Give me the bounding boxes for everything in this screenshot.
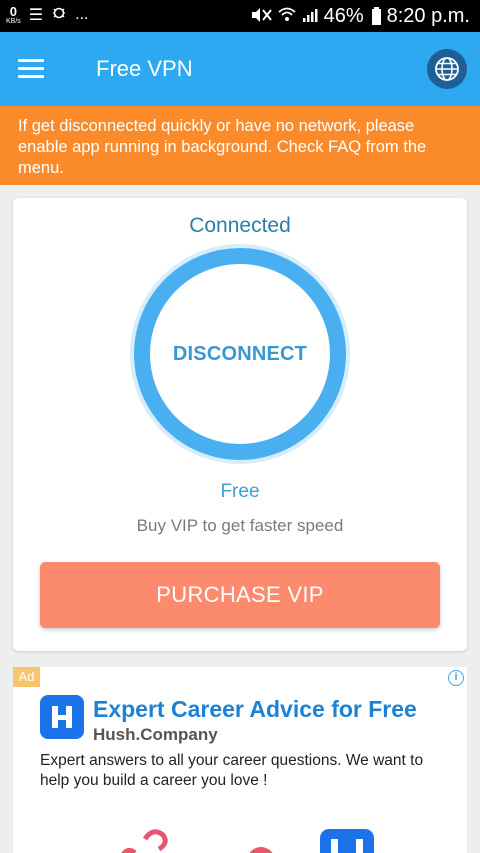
network-speed-unit: KB/s [6, 17, 21, 25]
ad-illustration [13, 817, 467, 853]
signal-icon [302, 7, 318, 27]
ad-body: Expert answers to all your career questi… [40, 752, 424, 789]
battery-icon [371, 6, 381, 25]
bug-icon [51, 4, 67, 25]
menu-icon[interactable] [18, 59, 44, 79]
status-bar-left: 0 KB/s ☰ ... [6, 4, 88, 25]
battery-percent: 46% [323, 5, 364, 27]
clock: 8:20 p.m. [386, 5, 470, 27]
network-speed-value: 0 [9, 3, 18, 19]
mute-icon [250, 7, 272, 27]
purchase-vip-button[interactable]: PURCHASE VIP [40, 562, 440, 628]
ad-banner[interactable]: Ad i Expert Career Advice for Free Hush.… [13, 667, 467, 853]
more-notifications: ... [75, 5, 89, 23]
info-icon[interactable]: i [448, 670, 464, 686]
globe-icon[interactable] [427, 49, 467, 89]
list-icon: ☰ [28, 6, 44, 24]
app-bar: Free VPN [0, 32, 480, 106]
vip-hint: Buy VIP to get faster speed [136, 516, 344, 535]
background-notice: If get disconnected quickly or have no n… [0, 106, 480, 185]
plan-label: Free [220, 481, 260, 502]
app-title: Free VPN [96, 56, 193, 81]
connection-status: Connected [189, 214, 291, 237]
ad-badge: Ad [13, 667, 40, 687]
network-speed: 0 KB/s [6, 5, 21, 25]
status-bar: 0 KB/s ☰ ... 46% 8:20 p.m. [0, 0, 480, 32]
ad-title[interactable]: Expert Career Advice for Free [93, 696, 417, 723]
disconnect-button[interactable]: DISCONNECT [134, 248, 346, 460]
connection-card: Connected DISCONNECT Free Buy VIP to get… [13, 198, 467, 651]
ad-company: Hush.Company [93, 725, 218, 744]
status-bar-right: 46% 8:20 p.m. [250, 5, 470, 28]
hush-logo-icon [40, 695, 84, 739]
disconnect-label: DISCONNECT [172, 342, 308, 365]
wifi-icon [277, 7, 296, 27]
